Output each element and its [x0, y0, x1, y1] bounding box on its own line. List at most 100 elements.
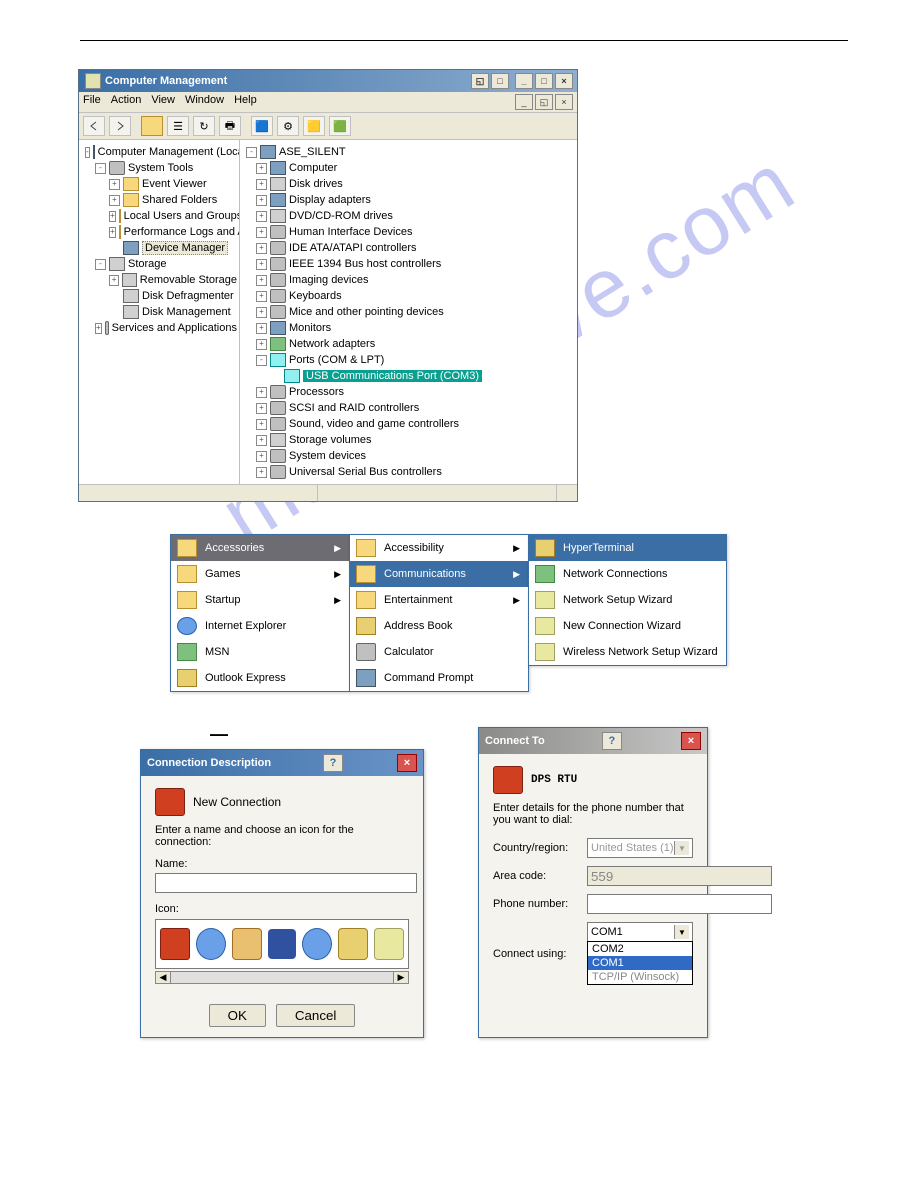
chevron-down-icon[interactable]: ▼ — [674, 925, 689, 939]
doc-minimize[interactable]: _ — [515, 94, 533, 110]
tree-item[interactable]: +System devices — [242, 448, 575, 464]
tree-item[interactable]: +Shared Folders — [81, 192, 237, 208]
menu-item[interactable]: Internet Explorer — [171, 613, 349, 639]
restore-button[interactable]: ◱ — [471, 73, 489, 89]
expander-icon[interactable]: + — [256, 339, 267, 350]
tree-item[interactable]: +SCSI and RAID controllers — [242, 400, 575, 416]
scroll-left[interactable]: ◀ — [155, 971, 171, 984]
expander-icon[interactable]: + — [256, 259, 267, 270]
expander-icon[interactable]: + — [95, 323, 102, 334]
left-tree[interactable]: -Computer Management (Local)-System Tool… — [79, 140, 240, 484]
menu-item[interactable]: HyperTerminal — [529, 535, 726, 561]
menu-file[interactable]: File — [83, 94, 101, 110]
toolbar-extra-4[interactable]: 🟩 — [329, 116, 351, 136]
menu-item[interactable]: Command Prompt — [350, 665, 528, 691]
refresh-button[interactable]: ↻ — [193, 116, 215, 136]
export-button[interactable]: 🖶 — [219, 116, 241, 136]
tree-item[interactable]: +Processors — [242, 384, 575, 400]
menu-item[interactable]: Communications▶ — [350, 561, 528, 587]
expander-icon[interactable]: + — [256, 403, 267, 414]
menu-item[interactable]: MSN — [171, 639, 349, 665]
properties-button[interactable]: ☰ — [167, 116, 189, 136]
tree-item[interactable]: +DVD/CD-ROM drives — [242, 208, 575, 224]
menu-item[interactable]: Wireless Network Setup Wizard — [529, 639, 726, 665]
expander-icon[interactable]: - — [246, 147, 257, 158]
menu-item[interactable]: Accessibility▶ — [350, 535, 528, 561]
tree-item[interactable]: +Storage volumes — [242, 432, 575, 448]
expander-icon[interactable]: - — [95, 163, 106, 174]
toolbar-extra-2[interactable]: ⚙ — [277, 116, 299, 136]
tree-item[interactable]: -Computer Management (Local) — [81, 144, 237, 160]
expander-icon[interactable]: + — [256, 467, 267, 478]
tree-item[interactable]: +Local Users and Groups — [81, 208, 237, 224]
tree-item[interactable]: +Removable Storage — [81, 272, 237, 288]
tree-item[interactable]: +Imaging devices — [242, 272, 575, 288]
tree-item[interactable]: +Universal Serial Bus controllers — [242, 464, 575, 480]
expander-icon[interactable]: + — [109, 179, 120, 190]
expander-icon[interactable]: + — [256, 275, 267, 286]
name-input[interactable] — [155, 873, 417, 893]
expander-icon[interactable]: - — [85, 147, 90, 158]
tree-item[interactable]: +Computer — [242, 160, 575, 176]
help-button[interactable]: ? — [323, 754, 343, 772]
expander-icon[interactable]: + — [256, 195, 267, 206]
icon-option-3[interactable] — [232, 928, 262, 960]
menu-item[interactable]: Calculator — [350, 639, 528, 665]
tree-item[interactable]: +Keyboards — [242, 288, 575, 304]
tree-item[interactable]: +IDE ATA/ATAPI controllers — [242, 240, 575, 256]
icon-picker[interactable] — [155, 919, 409, 969]
expander-icon[interactable]: + — [256, 419, 267, 430]
tree-item[interactable]: -Ports (COM & LPT) — [242, 352, 575, 368]
tree-item[interactable]: +Performance Logs and Alerts — [81, 224, 237, 240]
expander-icon[interactable]: - — [95, 259, 106, 270]
tree-item[interactable]: +Mice and other pointing devices — [242, 304, 575, 320]
tree-item[interactable]: USB Communications Port (COM3) — [242, 368, 575, 384]
menu-item[interactable]: Accessories▶ — [171, 535, 349, 561]
menu-item[interactable]: New Connection Wizard — [529, 613, 726, 639]
menu-view[interactable]: View — [151, 94, 175, 110]
expander-icon[interactable]: + — [256, 211, 267, 222]
expander-icon[interactable]: + — [256, 323, 267, 334]
tree-item[interactable]: +Human Interface Devices — [242, 224, 575, 240]
expander-icon[interactable]: + — [256, 179, 267, 190]
menu-help[interactable]: Help — [234, 94, 257, 110]
connect-select[interactable]: COM1 ▼ — [587, 922, 693, 942]
help-button[interactable]: ? — [602, 732, 622, 750]
close-button[interactable]: × — [397, 754, 417, 772]
tree-item[interactable]: +Network adapters — [242, 336, 575, 352]
icon-option-6[interactable] — [338, 928, 368, 960]
tree-item[interactable]: +Monitors — [242, 320, 575, 336]
menu-action[interactable]: Action — [111, 94, 142, 110]
menu-item[interactable]: Network Setup Wizard — [529, 587, 726, 613]
minimize-button[interactable]: _ — [515, 73, 533, 89]
tree-item[interactable]: +Sound, video and game controllers — [242, 416, 575, 432]
tree-item[interactable]: +Display adapters — [242, 192, 575, 208]
expander-icon[interactable]: + — [256, 291, 267, 302]
icon-option-4[interactable] — [268, 929, 296, 959]
icon-option-2[interactable] — [196, 928, 226, 960]
combo-option[interactable]: COM2 — [588, 942, 692, 956]
combo-option[interactable]: TCP/IP (Winsock) — [588, 970, 692, 984]
menu-item[interactable]: Entertainment▶ — [350, 587, 528, 613]
menu-item[interactable]: Startup▶ — [171, 587, 349, 613]
expander-icon[interactable]: + — [109, 227, 116, 238]
tree-item[interactable]: -ASE_SILENT — [242, 144, 575, 160]
tree-item[interactable]: +IEEE 1394 Bus host controllers — [242, 256, 575, 272]
ok-button[interactable]: OK — [209, 1004, 266, 1027]
toolbar-extra-3[interactable]: 🟨 — [303, 116, 325, 136]
toolbar-extra-1[interactable]: 🟦 — [251, 116, 273, 136]
tree-item[interactable]: -System Tools — [81, 160, 237, 176]
menu-item[interactable]: Network Connections — [529, 561, 726, 587]
expander-icon[interactable]: + — [256, 163, 267, 174]
tree-item[interactable]: +Event Viewer — [81, 176, 237, 192]
close-button[interactable]: × — [681, 732, 701, 750]
cancel-button[interactable]: Cancel — [276, 1004, 356, 1027]
tree-item[interactable]: +Disk drives — [242, 176, 575, 192]
titlebar[interactable]: Computer Management ◱ □ _ □ × — [79, 70, 577, 92]
tree-item[interactable]: Disk Defragmenter — [81, 288, 237, 304]
dialog-titlebar[interactable]: Connection Description ? × — [141, 750, 423, 776]
expander-icon[interactable]: + — [109, 275, 119, 286]
doc-restore[interactable]: ◱ — [535, 94, 553, 110]
restore-button-2[interactable]: □ — [491, 73, 509, 89]
dialog-titlebar[interactable]: Connect To ? × — [479, 728, 707, 754]
